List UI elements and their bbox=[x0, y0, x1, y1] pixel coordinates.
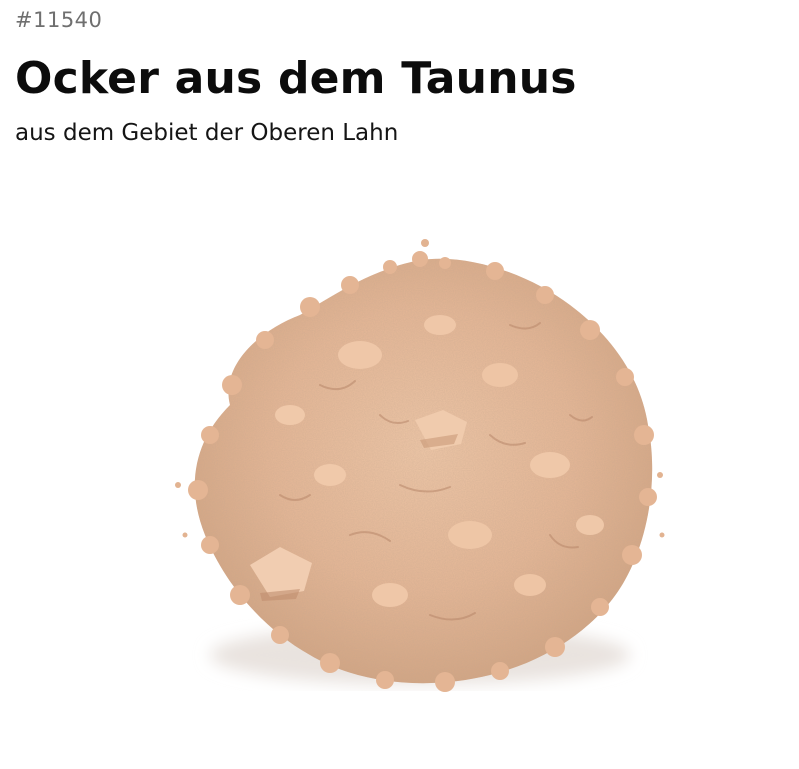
product-subtitle: aus dem Gebiet der Oberen Lahn bbox=[15, 120, 399, 146]
product-number: #11540 bbox=[15, 8, 103, 32]
product-title: Ocker aus dem Taunus bbox=[15, 53, 577, 104]
pigment-powder-image bbox=[175, 239, 665, 692]
product-image bbox=[170, 235, 670, 705]
product-header: #11540 Ocker aus dem Taunus aus dem Gebi… bbox=[15, 6, 784, 148]
